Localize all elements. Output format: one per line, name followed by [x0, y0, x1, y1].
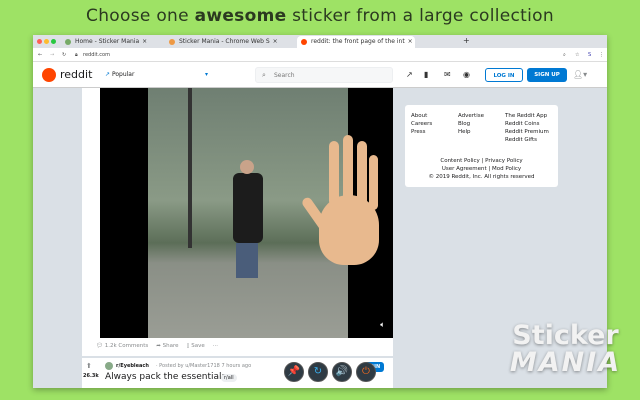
feed-label: Popular	[111, 71, 135, 78]
lock-icon: 🔒︎	[75, 52, 78, 58]
chevron-down-icon: ▾	[205, 71, 209, 78]
link-press[interactable]: Press	[411, 128, 432, 136]
copyright: © 2019 Reddit, Inc. All rights reserved	[428, 174, 535, 180]
brand-line2: MANIA	[509, 347, 622, 378]
flair-badge: r/all	[221, 374, 237, 382]
post-meta: · Posted by u/Master1718 7 hours ago	[156, 363, 252, 369]
reddit-wordmark[interactable]: reddit	[60, 68, 92, 81]
tab-label: reddit: the front page of the int	[311, 38, 405, 45]
trending-icon: ↗	[105, 71, 112, 78]
back-icon[interactable]: ←	[38, 52, 42, 58]
agreement-links[interactable]: User Agreement | Mod Policy	[405, 165, 558, 173]
trending-icon[interactable]: ↗	[406, 70, 413, 79]
comments-button[interactable]: 💬︎ 1.2k Comments	[96, 343, 148, 349]
link-blog[interactable]: Blog	[458, 120, 484, 128]
minimize-window-button[interactable]	[44, 39, 49, 44]
close-icon[interactable]: ×	[408, 38, 413, 45]
tab-label: Home - Sticker Mania	[75, 38, 140, 45]
volume-icon[interactable]: 🔊	[332, 362, 352, 382]
mute-icon[interactable]: 🔈︎	[380, 320, 385, 330]
feed-selector[interactable]: ↗ Popular ▾	[105, 71, 208, 78]
headline-text: Choose one	[86, 6, 195, 26]
save-button[interactable]: ▯ Save	[186, 343, 204, 349]
maximize-window-button[interactable]	[51, 39, 56, 44]
link-reddit-coins[interactable]: Reddit Coins	[505, 120, 549, 128]
save-label: Save	[191, 343, 205, 349]
footer-links-card: About Careers Press Advertise Blog Help The …	[405, 105, 558, 187]
headline-text-end: sticker from a large collection	[286, 6, 554, 26]
menu-icon[interactable]: ⋮	[599, 52, 604, 58]
search-placeholder: Search	[274, 72, 295, 79]
policy-links[interactable]: Content Policy | Privacy Policy	[405, 157, 558, 165]
pin-icon[interactable]: 📌	[284, 362, 304, 382]
chat-icon[interactable]: ✉	[444, 70, 451, 79]
share-label: Share	[162, 343, 179, 349]
star-icon[interactable]: ☆	[575, 52, 579, 58]
address-bar: ← → ↻ 🔒︎ reddit.com ⌕ ☆ S ⋮	[33, 48, 607, 62]
tab-bar: Home - Sticker Mania × Sticker Mania - Ch…	[33, 35, 607, 48]
zoom-icon[interactable]: ⌕	[563, 52, 566, 58]
comments-label: 1.2k Comments	[104, 343, 149, 349]
tab-home[interactable]: Home - Sticker Mania ×	[61, 36, 149, 48]
subreddit-link[interactable]: r/Eyebleach	[116, 363, 149, 369]
post-actions: 💬︎ 1.2k Comments ➦ Share ▯ Save ···	[96, 343, 218, 349]
post-title[interactable]: Always pack the essentials.	[105, 372, 229, 382]
link-careers[interactable]: Careers	[411, 120, 432, 128]
new-tab-button[interactable]: +	[463, 36, 470, 45]
tab-label: Sticker Mania - Chrome Web S	[179, 38, 270, 45]
search-input[interactable]: ⌕ Search	[255, 67, 393, 83]
url-input[interactable]: reddit.com	[83, 52, 110, 58]
signup-button[interactable]: SIGN UP	[527, 68, 567, 82]
link-reddit-app[interactable]: The Reddit App	[505, 112, 549, 120]
headline: Choose one awesome sticker from a large …	[0, 6, 640, 26]
share-button[interactable]: ➦ Share	[156, 343, 178, 349]
stats-icon[interactable]: ▮	[424, 70, 428, 79]
link-reddit-gifts[interactable]: Reddit Gifts	[505, 136, 549, 144]
tab-reddit[interactable]: reddit: the front page of the int ×	[297, 36, 415, 48]
power-icon[interactable]: ⏻	[356, 362, 376, 382]
reload-icon[interactable]: ↻	[62, 52, 66, 58]
upvote-icon[interactable]: ⬆	[86, 362, 92, 370]
sticker-mania-logo: Sticker MANIA	[498, 322, 633, 377]
coins-icon[interactable]: ◉	[463, 70, 470, 79]
link-advertise[interactable]: Advertise	[458, 112, 484, 120]
login-button[interactable]: LOG IN	[485, 68, 523, 82]
tab-webstore[interactable]: Sticker Mania - Chrome Web S ×	[165, 36, 280, 48]
close-window-button[interactable]	[37, 39, 42, 44]
extension-icon[interactable]: S	[588, 52, 591, 58]
headline-bold: awesome	[194, 6, 287, 26]
reddit-header: reddit ↗ Popular ▾ ⌕ Search ↗ ▮ ✉ ◉ LOG IN…	[33, 62, 607, 88]
link-help[interactable]: Help	[458, 128, 484, 136]
refresh-icon[interactable]: ↻	[308, 362, 328, 382]
more-options-button[interactable]: ···	[213, 343, 218, 349]
vote-count: 26.3k	[83, 373, 99, 379]
close-icon[interactable]: ×	[273, 38, 278, 45]
link-reddit-premium[interactable]: Reddit Premium	[505, 128, 549, 136]
hand-sticker[interactable]	[300, 135, 391, 285]
user-menu-icon[interactable]: 👤︎▾	[573, 70, 587, 79]
search-icon: ⌕	[262, 71, 266, 79]
link-about[interactable]: About	[411, 112, 432, 120]
brand-line1: Sticker	[512, 320, 619, 351]
forward-icon[interactable]: →	[50, 52, 54, 58]
reddit-logo-icon[interactable]	[42, 68, 56, 82]
close-icon[interactable]: ×	[142, 38, 147, 45]
subreddit-avatar	[105, 362, 113, 370]
